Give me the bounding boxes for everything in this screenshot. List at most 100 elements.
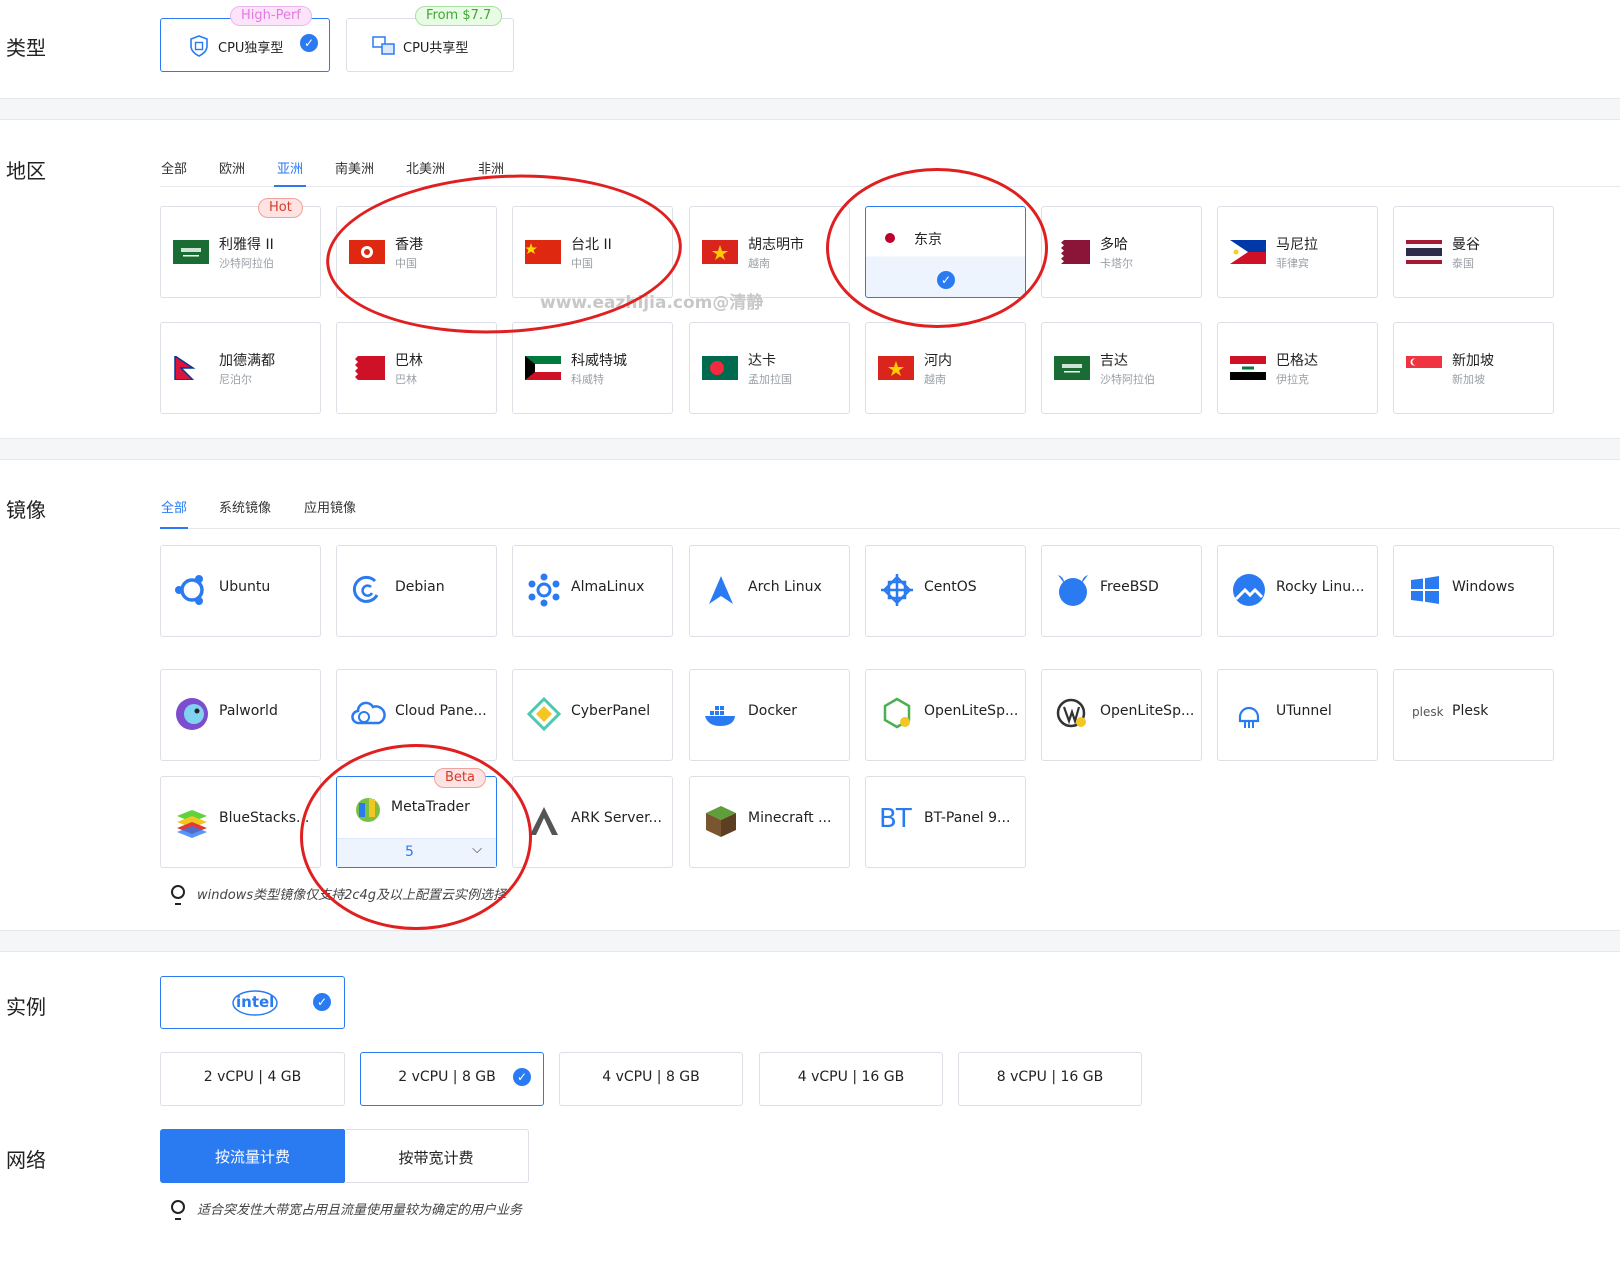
flag-qatar-icon — [1054, 240, 1090, 264]
tab-app-images[interactable]: 应用镜像 — [304, 497, 356, 516]
tab-europe[interactable]: 欧洲 — [219, 158, 245, 177]
tab-asia[interactable]: 亚洲 — [277, 158, 303, 177]
flag-vietnam-icon — [878, 356, 914, 380]
region-country: 菲律宾 — [1276, 257, 1309, 270]
image-label: Minecraft ... — [748, 810, 832, 826]
image-label: Rocky Linu... — [1276, 579, 1365, 595]
spec-label: 8 vCPU | 16 GB — [996, 1069, 1104, 1085]
region-country: 孟加拉国 — [748, 373, 792, 386]
image-card-rocky-linux[interactable]: Rocky Linu... — [1217, 545, 1378, 637]
flag-philippines-icon — [1230, 240, 1266, 264]
image-card-almalinux[interactable]: AlmaLinux — [512, 545, 673, 637]
tab-south-america[interactable]: 南美洲 — [335, 158, 374, 177]
region-card-singapore[interactable]: 新加坡 新加坡 — [1393, 322, 1554, 414]
nodejs-icon — [883, 697, 911, 729]
region-country: 新加坡 — [1452, 373, 1485, 386]
tab-africa[interactable]: 非洲 — [478, 158, 504, 177]
region-card-hanoi[interactable]: 河内 越南 — [865, 322, 1026, 414]
region-card-dhaka[interactable]: 达卡 孟加拉国 — [689, 322, 850, 414]
region-name: 马尼拉 — [1276, 237, 1318, 253]
region-name: 达卡 — [748, 353, 776, 369]
vendor-option-intel[interactable]: intel ✓ — [160, 976, 345, 1029]
version-select[interactable]: 5 ⌵ — [337, 838, 496, 867]
type-option-shared[interactable]: CPU共享型 — [346, 18, 514, 72]
image-card-ark-server[interactable]: ARK Server... — [512, 776, 673, 868]
image-card-arch-linux[interactable]: Arch Linux — [689, 545, 850, 637]
image-label: CyberPanel — [571, 703, 651, 719]
region-card-manila[interactable]: 马尼拉 菲律宾 — [1217, 206, 1378, 298]
region-name: 多哈 — [1100, 237, 1128, 253]
billing-by-traffic-button[interactable]: 按流量计费 — [160, 1129, 345, 1183]
region-card-bangkok[interactable]: 曼谷 泰国 — [1393, 206, 1554, 298]
check-icon: ✓ — [313, 993, 331, 1011]
spec-option[interactable]: 2 vCPU | 4 GB — [160, 1052, 345, 1106]
rocky-linux-icon — [1233, 574, 1265, 606]
section-divider — [0, 98, 1620, 120]
region-card-baghdad[interactable]: 巴格达 伊拉克 — [1217, 322, 1378, 414]
spec-option[interactable]: 4 vCPU | 16 GB — [759, 1052, 943, 1106]
region-card-doha[interactable]: 多哈 卡塔尔 — [1041, 206, 1202, 298]
lightbulb-icon — [171, 885, 185, 905]
flag-vietnam-icon — [702, 240, 738, 264]
image-card-plesk[interactable]: plesk Plesk — [1393, 669, 1554, 761]
image-card-minecraft[interactable]: Minecraft ... — [689, 776, 850, 868]
image-label: ARK Server... — [571, 810, 662, 826]
billing-by-bandwidth-button[interactable]: 按带宽计费 — [344, 1129, 529, 1183]
image-card-bluestacks[interactable]: BlueStacks... — [160, 776, 321, 868]
region-name: 科威特城 — [571, 353, 627, 369]
region-name: 巴林 — [395, 353, 423, 369]
image-card-utunnel[interactable]: UTunnel — [1217, 669, 1378, 761]
type-option-dedicated[interactable]: CPU独享型 ✓ — [160, 18, 330, 72]
region-card-jeddah[interactable]: 吉达 沙特阿拉伯 — [1041, 322, 1202, 414]
image-card-cyberpanel[interactable]: CyberPanel — [512, 669, 673, 761]
region-card-taipei[interactable]: 台北 II 中国 — [512, 206, 673, 298]
region-card-ho-chi-minh[interactable]: 胡志明市 越南 — [689, 206, 850, 298]
region-section-label: 地区 — [6, 159, 46, 183]
region-card-tokyo[interactable]: 东京 ✓ — [865, 206, 1026, 298]
flag-japan-icon — [880, 231, 900, 245]
tab-all[interactable]: 全部 — [161, 158, 187, 177]
tab-all-images[interactable]: 全部 — [161, 497, 187, 516]
ubuntu-icon — [175, 575, 204, 605]
image-card-bt-panel[interactable]: BT BT-Panel 9... — [865, 776, 1026, 868]
image-card-cloud-panel[interactable]: Cloud Pane... — [336, 669, 497, 761]
check-icon: ✓ — [300, 34, 318, 52]
image-card-openlitespeed-wordpress[interactable]: OpenLiteSp... — [1041, 669, 1202, 761]
lightbulb-icon — [171, 1200, 185, 1220]
region-country: 科威特 — [571, 373, 604, 386]
region-card-kuwait-city[interactable]: 科威特城 科威特 — [512, 322, 673, 414]
region-country: 沙特阿拉伯 — [219, 257, 274, 270]
flag-singapore-icon — [1406, 356, 1442, 380]
watermark: www.eazhijia.com@清静 — [540, 293, 764, 313]
region-card-riyadh[interactable]: 利雅得 II 沙特阿拉伯 — [160, 206, 321, 298]
image-card-openlitespeed-node[interactable]: OpenLiteSp... — [865, 669, 1026, 761]
region-card-hong-kong[interactable]: 香港 中国 — [336, 206, 497, 298]
image-card-metatrader[interactable]: MetaTrader 5 ⌵ — [336, 776, 497, 868]
region-country: 卡塔尔 — [1100, 257, 1133, 270]
flag-bahrain-icon — [349, 356, 385, 380]
image-card-palworld[interactable]: Palworld — [160, 669, 321, 761]
image-label: Docker — [748, 703, 798, 719]
minecraft-icon — [706, 806, 736, 837]
image-card-debian[interactable]: Debian — [336, 545, 497, 637]
spec-label: 4 vCPU | 8 GB — [602, 1069, 700, 1085]
image-card-ubuntu[interactable]: Ubuntu — [160, 545, 321, 637]
region-card-bahrain[interactable]: 巴林 巴林 — [336, 322, 497, 414]
tab-system-images[interactable]: 系统镜像 — [219, 497, 271, 516]
image-label: OpenLiteSp... — [1100, 703, 1195, 719]
spec-option[interactable]: 4 vCPU | 8 GB — [559, 1052, 743, 1106]
spec-option-selected[interactable]: 2 vCPU | 8 GB ✓ — [360, 1052, 544, 1106]
billing-option-label: 按流量计费 — [214, 1148, 290, 1166]
bluestacks-icon — [177, 810, 207, 838]
image-card-freebsd[interactable]: FreeBSD — [1041, 545, 1202, 637]
spec-option[interactable]: 8 vCPU | 16 GB — [958, 1052, 1142, 1106]
image-card-windows[interactable]: Windows — [1393, 545, 1554, 637]
image-card-docker[interactable]: Docker — [689, 669, 850, 761]
image-card-centos[interactable]: CentOS — [865, 545, 1026, 637]
tab-north-america[interactable]: 北美洲 — [406, 158, 445, 177]
cpu-shield-icon — [190, 35, 208, 57]
region-country: 尼泊尔 — [219, 373, 252, 386]
region-card-kathmandu[interactable]: 加德满都 尼泊尔 — [160, 322, 321, 414]
beta-badge: Beta — [434, 768, 486, 788]
region-name: 胡志明市 — [748, 237, 804, 253]
